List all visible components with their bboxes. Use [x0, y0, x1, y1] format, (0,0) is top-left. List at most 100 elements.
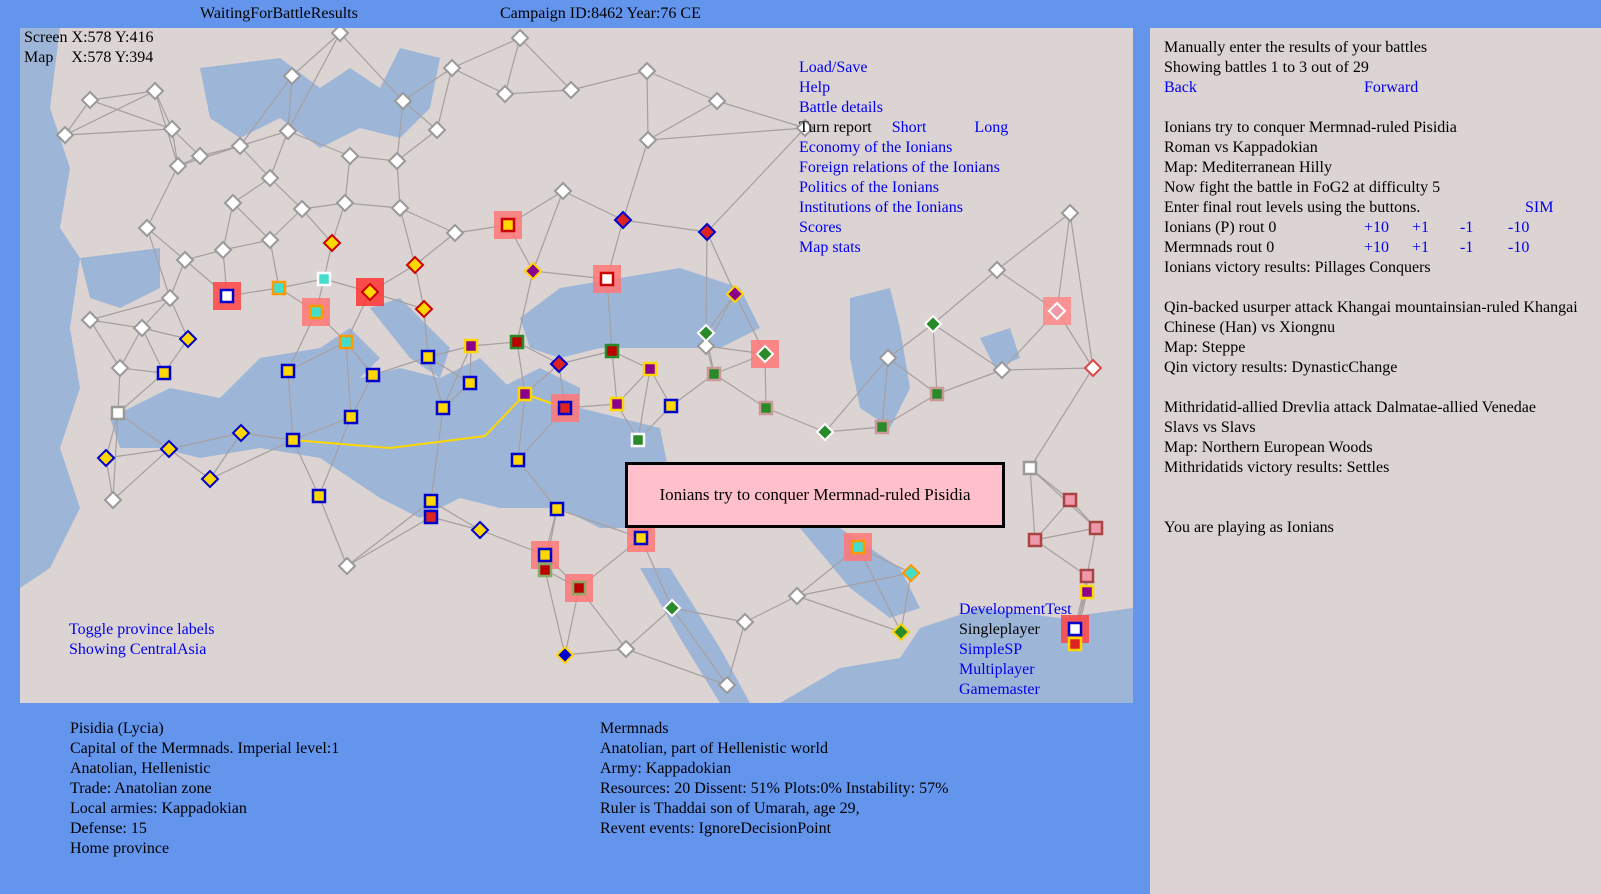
campaign-map[interactable]: Screen X:578 Y:416 Map X:578 Y:394 Load/… — [20, 28, 1133, 703]
simple-sp-link[interactable]: SimpleSP — [959, 640, 1022, 660]
province-node[interactable] — [168, 156, 188, 176]
province-node[interactable] — [565, 574, 593, 602]
province-marker-diamond[interactable] — [1060, 203, 1080, 223]
province-node[interactable] — [1043, 297, 1071, 325]
province-node[interactable] — [987, 260, 1007, 280]
back-link[interactable]: Back — [1164, 78, 1197, 98]
province-node[interactable] — [405, 255, 425, 275]
province-node[interactable] — [1079, 584, 1095, 600]
province-marker-square[interactable] — [1062, 492, 1078, 508]
sim-button[interactable]: SIM — [1525, 198, 1553, 218]
province-marker-square[interactable] — [571, 580, 587, 596]
province-node[interactable] — [613, 210, 633, 230]
province-node[interactable] — [537, 562, 553, 578]
province-marker-diamond[interactable] — [340, 146, 360, 166]
province-node[interactable] — [285, 432, 301, 448]
province-node[interactable] — [200, 469, 220, 489]
province-node[interactable] — [445, 223, 465, 243]
province-marker-diamond[interactable] — [987, 260, 1007, 280]
province-marker-diamond[interactable] — [137, 218, 157, 238]
province-marker-diamond[interactable] — [335, 193, 355, 213]
province-marker-square[interactable] — [156, 365, 172, 381]
province-node[interactable] — [387, 151, 407, 171]
province-marker-square[interactable] — [280, 363, 296, 379]
province-marker-square[interactable] — [633, 530, 649, 546]
forward-link[interactable]: Forward — [1364, 78, 1418, 98]
province-marker-square[interactable] — [1067, 621, 1083, 637]
province-marker-square[interactable] — [874, 419, 890, 435]
province-marker-diamond[interactable] — [80, 310, 100, 330]
province-marker-square[interactable] — [758, 400, 774, 416]
province-node[interactable] — [213, 240, 233, 260]
province-node[interactable] — [414, 299, 434, 319]
province-node[interactable] — [815, 422, 835, 442]
province-marker-diamond[interactable] — [387, 151, 407, 171]
province-node[interactable] — [874, 419, 890, 435]
province-node[interactable] — [638, 130, 658, 150]
province-marker-square[interactable] — [599, 271, 615, 287]
province-marker-square[interactable] — [1022, 460, 1038, 476]
province-marker-square[interactable] — [308, 304, 324, 320]
politics-link[interactable]: Politics of the Ionians — [799, 178, 939, 198]
province-marker-square[interactable] — [423, 493, 439, 509]
province-marker-square[interactable] — [463, 338, 479, 354]
province-node[interactable] — [663, 398, 679, 414]
institutions-link[interactable]: Institutions of the Ionians — [799, 198, 963, 218]
province-marker-square[interactable] — [1088, 520, 1104, 536]
economy-link[interactable]: Economy of the Ionians — [799, 138, 952, 158]
province-node[interactable] — [735, 612, 755, 632]
province-node[interactable] — [642, 361, 658, 377]
province-node[interactable] — [110, 358, 130, 378]
province-node[interactable] — [343, 409, 359, 425]
province-node[interactable] — [1060, 203, 1080, 223]
rout-plus1-button[interactable]: +1 — [1412, 218, 1460, 238]
province-node[interactable] — [549, 501, 565, 517]
province-marker-square[interactable] — [510, 452, 526, 468]
province-marker-square[interactable] — [706, 366, 722, 382]
province-marker-diamond[interactable] — [891, 622, 911, 642]
province-marker-square[interactable] — [509, 334, 525, 350]
province-node[interactable] — [787, 586, 807, 606]
province-node[interactable] — [555, 645, 575, 665]
province-node[interactable] — [340, 146, 360, 166]
province-node[interactable] — [280, 363, 296, 379]
province-marker-diamond[interactable] — [470, 520, 490, 540]
province-marker-square[interactable] — [557, 400, 573, 416]
province-node[interactable] — [509, 334, 525, 350]
rout-plus10-button[interactable]: +10 — [1364, 218, 1412, 238]
help-link[interactable]: Help — [799, 78, 830, 98]
rout-plus1-button[interactable]: +1 — [1412, 238, 1460, 258]
province-node[interactable] — [442, 58, 462, 78]
province-marker-square[interactable] — [343, 409, 359, 425]
province-node[interactable] — [637, 61, 657, 81]
scores-link[interactable]: Scores — [799, 218, 842, 238]
multiplayer-link[interactable]: Multiplayer — [959, 660, 1035, 680]
province-marker-diamond[interactable] — [442, 58, 462, 78]
load-save-link[interactable]: Load/Save — [799, 58, 867, 78]
province-marker-square[interactable] — [929, 386, 945, 402]
province-node[interactable] — [751, 340, 779, 368]
province-marker-diamond[interactable] — [200, 469, 220, 489]
province-marker-square[interactable] — [517, 386, 533, 402]
province-node[interactable] — [494, 211, 522, 239]
province-node[interactable] — [175, 250, 195, 270]
province-marker-square[interactable] — [537, 547, 553, 563]
province-node[interactable] — [423, 493, 439, 509]
province-node[interactable] — [609, 396, 625, 412]
province-marker-diamond[interactable] — [96, 448, 116, 468]
province-node[interactable] — [517, 386, 533, 402]
province-marker-square[interactable] — [462, 375, 478, 391]
province-marker-diamond[interactable] — [815, 422, 835, 442]
province-marker-square[interactable] — [311, 488, 327, 504]
province-marker-square[interactable] — [420, 349, 436, 365]
province-node[interactable] — [80, 310, 100, 330]
province-node[interactable] — [435, 400, 451, 416]
rout-plus10-button[interactable]: +10 — [1364, 238, 1412, 258]
province-node[interactable] — [337, 556, 357, 576]
battle-popup[interactable]: Ionians try to conquer Mermnad-ruled Pis… — [625, 462, 1005, 528]
province-marker-diamond[interactable] — [390, 198, 410, 218]
province-node[interactable] — [311, 488, 327, 504]
rout-minus10-button[interactable]: -10 — [1508, 238, 1529, 258]
province-node[interactable] — [593, 265, 621, 293]
province-node[interactable] — [423, 509, 439, 525]
